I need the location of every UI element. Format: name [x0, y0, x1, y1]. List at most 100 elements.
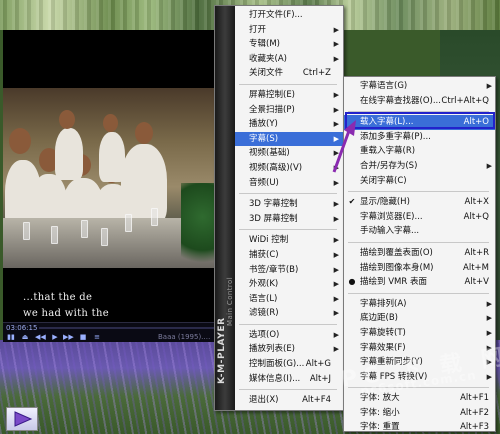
main-menu-item[interactable]: 外观(K) ▶: [235, 277, 343, 292]
submenu-arrow-icon: ▶: [333, 265, 339, 274]
sub-menu-item-label: 重载入字幕(R): [360, 146, 416, 157]
main-menu-item-label: 3D 屏幕控制: [249, 213, 298, 224]
submenu-arrow-icon: ▶: [333, 236, 339, 245]
sub-menu-item[interactable]: 底边距(B) ▶: [344, 311, 495, 326]
main-menu-item[interactable]: 视频(基础) ▶: [235, 146, 343, 161]
submenu-arrow-icon: ▶: [486, 314, 492, 323]
sub-menu-item[interactable]: 在线字幕查找器(O)... Ctrl+Alt+Q: [344, 94, 495, 109]
sub-menu-item[interactable]: 字幕浏览器(E)... Alt+Q: [344, 210, 495, 225]
video-glass: [151, 208, 158, 226]
sub-menu-item[interactable]: 描绘到覆盖表面(O) Alt+R: [344, 246, 495, 261]
main-menu-item-label: 播放(Y): [249, 119, 278, 130]
main-menu-item[interactable]: 屏幕控制(E) ▶: [235, 88, 343, 103]
pause-icon[interactable]: ▮▮: [7, 333, 15, 341]
sub-menu-item[interactable]: 字幕排列(A) ▶: [344, 297, 495, 312]
main-menu-item[interactable]: 打开 ▶: [235, 23, 343, 38]
time-display: 03:06:15: [6, 324, 38, 332]
main-menu-item[interactable]: 控制面板(G)... Alt+G: [235, 357, 343, 372]
sub-menu-item[interactable]: 字幕旋转(T) ▶: [344, 326, 495, 341]
submenu-arrow-icon: ▶: [486, 328, 492, 337]
next-icon[interactable]: ▶▶: [63, 333, 74, 341]
main-menu-item[interactable]: 收藏夹(A) ▶: [235, 52, 343, 67]
sub-menu-item[interactable]: 载入字幕(L)... Alt+O: [344, 115, 495, 130]
kmplayer-taskbar-button[interactable]: [6, 407, 38, 431]
main-menu-item[interactable]: 视频(高级)(V) ▶: [235, 161, 343, 176]
sub-menu-item[interactable]: 重载入字幕(R): [344, 144, 495, 159]
main-menu-item[interactable]: 字幕(S) ▶: [235, 131, 343, 147]
main-menu-item-label: 打开文件(F)...: [249, 10, 303, 20]
main-menu-item[interactable]: 媒体信息(I)... Alt+J: [235, 372, 343, 387]
submenu-arrow-icon: ▶: [486, 82, 492, 90]
main-menu-item-label: 专辑(M): [249, 39, 280, 50]
submenu-arrow-icon: ▶: [333, 200, 339, 209]
control-bar: 03:06:15 ▮▮ ⏏ ◀◀ ▶ ▶▶ ■ ≡ Baaa (1995).…: [3, 322, 235, 342]
menu-separator: [239, 389, 337, 391]
video-glass: [51, 226, 58, 244]
main-context-menu[interactable]: K-M-PLAYER Main Control 打开文件(F)... 打开 ▶ 专辑(…: [214, 5, 344, 411]
menu-separator: [239, 229, 337, 231]
sub-menu-item-shortcut: Alt+Q: [463, 211, 489, 222]
main-menu-item-shortcut: Alt+J: [309, 373, 331, 384]
main-menu-item[interactable]: 捕获(C) ▶: [235, 248, 343, 263]
submenu-arrow-icon: ▶: [333, 345, 339, 354]
main-menu-item[interactable]: 3D 屏幕控制 ▶: [235, 212, 343, 227]
main-menu-item[interactable]: 播放(Y) ▶: [235, 117, 343, 132]
sub-menu-item[interactable]: 字体: 重置 Alt+F3: [344, 420, 495, 434]
player-window[interactable]: ...that the de we had with the 03:06:15 …: [3, 30, 235, 342]
main-menu-item-label: 外观(K): [249, 279, 279, 290]
sub-menu-item[interactable]: 描绘到图像本身(M) Alt+M: [344, 261, 495, 276]
sub-menu-item[interactable]: ● 描绘到 VMR 表面 Alt+V: [344, 275, 495, 290]
submenu-arrow-icon: ▶: [333, 214, 339, 223]
seek-bar[interactable]: [39, 327, 229, 329]
main-menu-item-label: 书签/章节(B): [249, 264, 299, 275]
stop-icon[interactable]: ■: [79, 333, 87, 341]
main-menu-item[interactable]: 语言(L) ▶: [235, 292, 343, 307]
video-person-head: [135, 122, 153, 144]
sub-menu-item[interactable]: 字体: 缩小 Alt+F2: [344, 406, 495, 421]
sub-menu-item-label: 显示/隐藏(H): [360, 197, 410, 208]
video-glass: [101, 228, 108, 246]
submenu-arrow-icon: ▶: [486, 161, 492, 170]
sub-menu-item-label: 描绘到覆盖表面(O): [360, 247, 433, 258]
main-menu-item[interactable]: WiDi 控制 ▶: [235, 233, 343, 248]
main-menu-item[interactable]: 选项(O) ▶: [235, 328, 343, 343]
main-menu-item-label: 视频(高级)(V): [249, 162, 303, 173]
main-menu-item[interactable]: 播放列表(E) ▶: [235, 342, 343, 357]
sub-menu-item-label: 字幕旋转(T): [360, 327, 406, 338]
previous-icon[interactable]: ◀◀: [35, 333, 46, 341]
sub-menu-item[interactable]: 合并/另存为(S) ▶: [344, 159, 495, 174]
menu-separator: [348, 111, 489, 113]
main-menu-item[interactable]: 打开文件(F)...: [235, 8, 343, 23]
main-menu-item[interactable]: 专辑(M) ▶: [235, 37, 343, 52]
sub-menu-item[interactable]: ✔ 显示/隐藏(H) Alt+X: [344, 195, 495, 210]
eject-icon[interactable]: ⏏: [21, 333, 29, 341]
radio-dot-icon: ●: [348, 277, 356, 287]
sub-menu-item[interactable]: 手动输入字幕...: [344, 224, 495, 239]
main-menu-item[interactable]: 退出(X) Alt+F4: [235, 393, 343, 408]
main-menu-item[interactable]: 全景扫描(P) ▶: [235, 103, 343, 118]
menu-icon[interactable]: ≡: [93, 333, 101, 341]
video-person: [121, 144, 167, 224]
main-menu-item[interactable]: 关闭文件 Ctrl+Z: [235, 66, 343, 81]
sub-menu-item-label: 关闭字幕(C): [360, 175, 407, 186]
sub-menu-item[interactable]: 添加多重字幕(P)...: [344, 130, 495, 145]
submenu-arrow-icon: ▶: [333, 54, 339, 63]
sub-menu-item[interactable]: 字幕语言(G) ▶: [344, 79, 495, 94]
main-menu-item[interactable]: 书签/章节(B) ▶: [235, 263, 343, 278]
video-person-head: [59, 110, 75, 129]
main-menu-item-label: 关闭文件: [249, 68, 284, 79]
main-menu-item[interactable]: 音频(U) ▶: [235, 176, 343, 191]
submenu-arrow-icon: ▶: [333, 149, 339, 158]
play-icon[interactable]: ▶: [51, 333, 59, 341]
sub-menu-item[interactable]: 关闭字幕(C): [344, 174, 495, 189]
video-person: [99, 132, 125, 182]
submenu-arrow-icon: ▶: [333, 134, 339, 143]
video-frame[interactable]: [3, 88, 235, 268]
main-menu-item-label: 控制面板(G)...: [249, 359, 305, 370]
main-menu-item-label: 字幕(S): [249, 133, 279, 144]
sub-menu-item-label: 添加多重字幕(P)...: [360, 131, 431, 142]
video-glass: [125, 214, 132, 232]
main-menu-item[interactable]: 3D 字幕控制 ▶: [235, 197, 343, 212]
sub-menu-item-shortcut: Alt+F1: [460, 393, 489, 404]
main-menu-item[interactable]: 滤镜(R) ▶: [235, 306, 343, 321]
